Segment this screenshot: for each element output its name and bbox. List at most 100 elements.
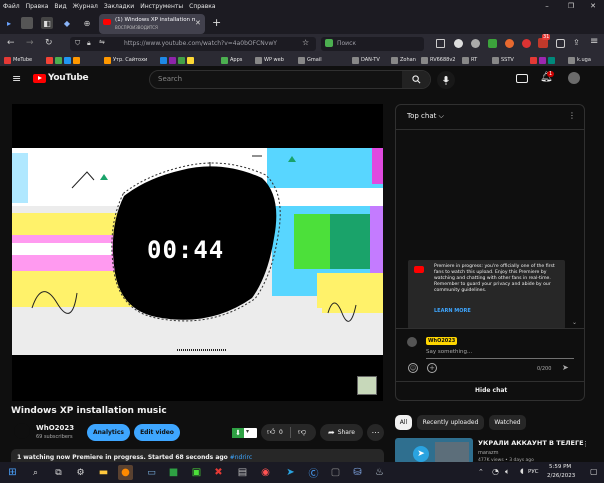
bookmark-star-icon[interactable]: ☆ bbox=[302, 38, 309, 47]
app-icon[interactable]: ▤ bbox=[235, 465, 250, 480]
bookmark-item[interactable]: SSTV bbox=[492, 54, 514, 66]
bookmark-item[interactable]: Apps bbox=[221, 54, 242, 66]
globe-icon[interactable]: ⊕ bbox=[81, 17, 93, 29]
app-icon[interactable]: ▣ bbox=[189, 465, 204, 480]
menu-help[interactable]: Справка bbox=[186, 3, 218, 10]
hamburger-menu-icon[interactable]: ≡ bbox=[12, 72, 21, 85]
bookmark-item[interactable]: Zohan bbox=[391, 54, 416, 66]
permissions-icon[interactable]: ⇋ bbox=[99, 38, 105, 46]
pinned-tab-icon[interactable]: ◆ bbox=[61, 17, 73, 29]
chat-more-options-icon[interactable]: ⋮ bbox=[568, 111, 576, 120]
chevron-down-icon[interactable]: ⌄ bbox=[572, 319, 577, 326]
new-tab-icon[interactable]: + bbox=[212, 16, 221, 29]
extension-icon[interactable] bbox=[454, 39, 463, 48]
bookmark-item[interactable]: MeTube bbox=[4, 54, 32, 66]
youtube-search-button[interactable] bbox=[402, 71, 430, 88]
windows-start-icon[interactable]: ⊞ bbox=[5, 465, 20, 480]
folder-icon[interactable]: ▭ bbox=[144, 465, 159, 480]
speaker-icon[interactable]: ◖ bbox=[520, 467, 524, 475]
menu-edit[interactable]: Правка bbox=[23, 3, 52, 10]
recommended-channel[interactable]: marazm bbox=[478, 450, 499, 456]
steam-icon[interactable]: ♨ bbox=[372, 465, 387, 480]
emoji-icon[interactable]: ☺ bbox=[408, 363, 418, 373]
channel-avatar[interactable] bbox=[14, 423, 30, 439]
reload-icon[interactable]: ↻ bbox=[45, 38, 53, 48]
chip-recently-uploaded[interactable]: Recently uploaded bbox=[417, 415, 484, 430]
downloads-icon[interactable] bbox=[436, 39, 445, 48]
voice-search-button[interactable] bbox=[437, 71, 455, 89]
avatar[interactable] bbox=[568, 72, 580, 84]
firefox-icon[interactable]: ● bbox=[118, 465, 133, 480]
app-icon[interactable]: ⛁ bbox=[350, 465, 365, 480]
browser-search-bar[interactable]: Поиск bbox=[321, 37, 424, 51]
bookmark-item[interactable]: RV6688v2 bbox=[421, 54, 456, 66]
extension-icon[interactable] bbox=[522, 39, 531, 48]
file-explorer-icon[interactable]: ▬ bbox=[96, 465, 111, 480]
menu-file[interactable]: Файл bbox=[0, 3, 23, 10]
notification-center-icon[interactable]: ▢ bbox=[590, 467, 598, 476]
recommended-thumbnail[interactable]: ➤ bbox=[395, 438, 473, 464]
shield-icon[interactable]: ⛉ bbox=[75, 39, 80, 48]
extension-icon[interactable] bbox=[505, 39, 514, 48]
bookmark-item[interactable]: DAN-TV bbox=[352, 54, 380, 66]
telegram-icon[interactable]: ➤ bbox=[283, 465, 298, 480]
tray-chevron-icon[interactable]: ⌃ bbox=[478, 468, 484, 476]
bookmark-item[interactable]: WP web bbox=[255, 54, 284, 66]
more-actions-icon[interactable]: ⋮ bbox=[582, 440, 589, 448]
pinned-tab-icon[interactable] bbox=[21, 17, 33, 29]
clock-date[interactable]: 2/26/2023 bbox=[547, 473, 575, 479]
bookmark-item[interactable]: k.uga bbox=[568, 54, 591, 66]
create-video-icon[interactable] bbox=[516, 74, 528, 83]
recommended-video-title[interactable]: УКРАЛИ АККАУНТ В ТЕЛЕГЕ bbox=[478, 439, 584, 447]
bookmark-item[interactable]: Gmail bbox=[298, 54, 322, 66]
dislike-icon[interactable]: 👎︎ bbox=[298, 427, 306, 437]
extension-icon[interactable] bbox=[471, 39, 480, 48]
clock-time[interactable]: 5:59 PM bbox=[549, 464, 571, 470]
send-icon[interactable]: ➤ bbox=[562, 363, 569, 372]
menu-view[interactable]: Вид bbox=[51, 3, 69, 10]
network-icon[interactable]: ◔ bbox=[492, 467, 499, 476]
search-icon[interactable]: ⌕ bbox=[28, 465, 43, 480]
close-window-button[interactable]: ✕ bbox=[583, 0, 603, 12]
task-view-icon[interactable]: ⧉ bbox=[51, 465, 66, 480]
bookmark-icon-only[interactable] bbox=[160, 54, 196, 66]
edit-video-button[interactable]: Edit video bbox=[134, 424, 180, 441]
share-icon[interactable]: ⇪ bbox=[573, 38, 580, 47]
download-extension-button[interactable]: ⬇ ▾ bbox=[232, 428, 257, 438]
app-icon[interactable]: ◉ bbox=[258, 465, 273, 480]
app-icon[interactable]: ✖ bbox=[211, 465, 226, 480]
settings-gear-icon[interactable]: ⚙ bbox=[73, 465, 88, 480]
video-frame[interactable]: 00:44 bbox=[12, 148, 383, 355]
search-engine-icon[interactable] bbox=[325, 39, 333, 47]
hashtag-link[interactable]: #ndrirc bbox=[228, 454, 252, 461]
lock-icon[interactable]: 🔒︎ bbox=[87, 39, 91, 48]
menu-bookmarks[interactable]: Закладки bbox=[101, 3, 137, 10]
bookmark-icon-only[interactable] bbox=[46, 54, 82, 66]
back-arrow-icon[interactable]: ← bbox=[7, 38, 15, 48]
add-super-chat-icon[interactable]: + bbox=[427, 363, 437, 373]
like-icon[interactable]: 👍︎ bbox=[267, 427, 275, 437]
analytics-button[interactable]: Analytics bbox=[87, 424, 130, 441]
active-tab[interactable]: (1) Windows XP installation mu ВОСПРОИЗВ… bbox=[99, 14, 205, 34]
hamburger-menu-icon[interactable]: ≡ bbox=[590, 36, 598, 47]
language-indicator[interactable]: РУС bbox=[528, 469, 539, 475]
app-icon[interactable]: ■ bbox=[166, 465, 181, 480]
chip-all[interactable]: All bbox=[395, 415, 412, 430]
top-chat-selector[interactable]: Top chat ⌵ bbox=[407, 112, 444, 121]
app-icon[interactable]: Ⓒ bbox=[306, 465, 321, 480]
forward-arrow-icon[interactable]: → bbox=[26, 38, 34, 48]
pinned-tab-icon[interactable]: ▸ bbox=[3, 17, 15, 29]
channel-watermark-icon[interactable] bbox=[357, 376, 377, 395]
app-icon[interactable]: ▢ bbox=[328, 465, 343, 480]
extension-icon[interactable] bbox=[488, 39, 497, 48]
more-actions-icon[interactable]: ⋯ bbox=[367, 424, 384, 441]
chat-message-input[interactable]: Say something... bbox=[426, 349, 472, 355]
minimize-button[interactable]: – bbox=[537, 0, 557, 12]
bookmark-item[interactable]: Утр. Сайтохи bbox=[104, 54, 147, 66]
share-button[interactable]: ➦ Share bbox=[320, 424, 363, 441]
pinned-tab-icon[interactable]: ◧ bbox=[41, 17, 53, 29]
close-tab-icon[interactable]: ✕ bbox=[195, 19, 201, 27]
youtube-search-box[interactable]: Search bbox=[149, 70, 431, 89]
youtube-search-input[interactable]: Search bbox=[158, 75, 182, 83]
url-bar[interactable]: ⛉ 🔒︎ ⇋ https://www.youtube.com/watch?v=4… bbox=[70, 37, 316, 51]
